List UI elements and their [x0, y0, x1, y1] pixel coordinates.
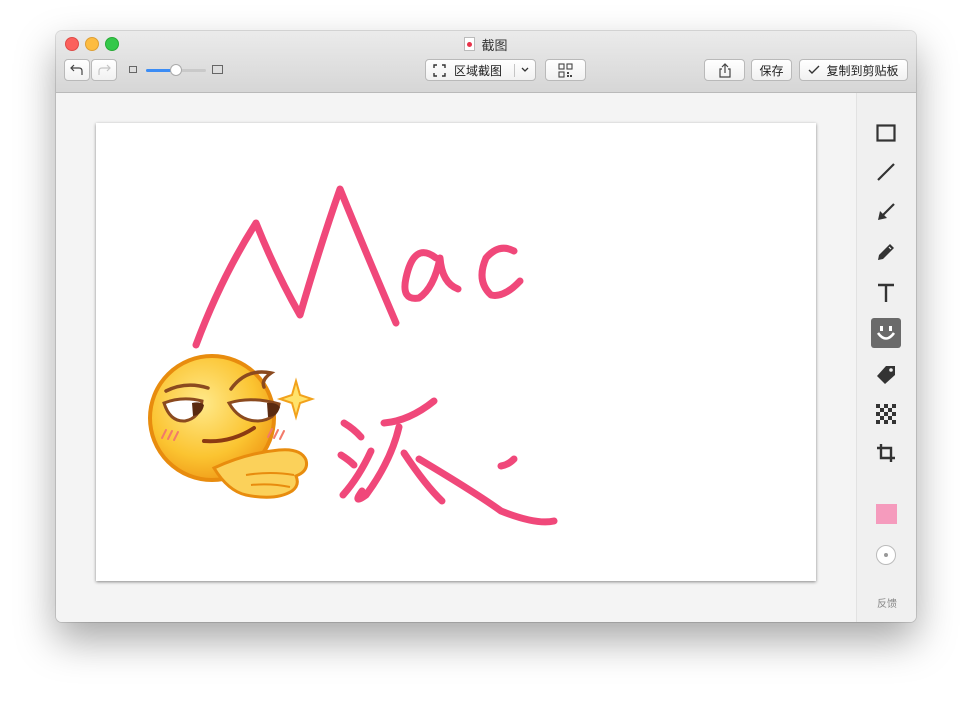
zoom-in-image-icon	[212, 65, 223, 74]
qr-code-button[interactable]	[545, 59, 586, 81]
crop-icon	[877, 444, 895, 462]
title-bar: 截图 区域截图 保存 复制到剪贴板	[56, 31, 916, 93]
copy-to-clipboard-button[interactable]: 复制到剪贴板	[799, 59, 908, 81]
zoom-knob[interactable]	[170, 64, 182, 76]
line-tool[interactable]	[871, 157, 901, 187]
arrow-icon	[878, 203, 895, 220]
handwriting-pai	[337, 397, 558, 526]
handwriting-mac	[192, 185, 524, 349]
brush-size-button[interactable]	[876, 545, 896, 565]
crop-tool[interactable]	[871, 438, 901, 468]
line-icon	[877, 163, 895, 181]
text-tool[interactable]	[871, 278, 901, 308]
canvas-area	[56, 93, 856, 622]
save-button[interactable]: 保存	[751, 59, 792, 81]
capture-mode-button[interactable]: 区域截图	[425, 59, 536, 81]
window-title-text: 截图	[481, 39, 508, 54]
zoom-slider[interactable]	[129, 64, 227, 76]
share-button[interactable]	[704, 59, 745, 81]
copy-label: 复制到剪贴板	[826, 63, 899, 78]
feedback-link[interactable]: 反馈	[857, 595, 916, 610]
checkmark-icon	[808, 65, 820, 74]
annotation-layer	[148, 185, 558, 526]
smiley-icon	[876, 326, 896, 340]
emoji-tool[interactable]	[871, 318, 901, 348]
annotation-toolbar: 反馈	[856, 93, 916, 622]
redo-icon	[98, 64, 111, 75]
screenshot-window: 截图 区域截图 保存 复制到剪贴板 反馈	[56, 31, 916, 622]
screenshot-canvas[interactable]	[96, 123, 816, 581]
pencil-icon	[878, 244, 894, 260]
rectangle-icon	[876, 124, 896, 142]
window-title: 截图	[56, 35, 916, 54]
undo-button[interactable]	[64, 59, 90, 81]
document-icon	[464, 37, 476, 51]
mosaic-tool[interactable]	[871, 399, 901, 429]
rectangle-tool[interactable]	[871, 118, 901, 148]
area-select-icon	[433, 63, 446, 77]
share-icon	[718, 62, 731, 78]
tag-tool[interactable]	[871, 360, 901, 390]
arrow-tool[interactable]	[871, 197, 901, 227]
capture-mode-label: 区域截图	[454, 63, 503, 78]
qr-code-icon	[558, 62, 573, 78]
mosaic-icon	[876, 404, 896, 424]
text-icon	[878, 283, 894, 302]
redo-button[interactable]	[91, 59, 117, 81]
zoom-out-image-icon	[129, 66, 137, 73]
smirk-emoji	[148, 354, 316, 499]
undo-icon	[70, 64, 83, 75]
chevron-down-icon[interactable]	[519, 63, 531, 77]
capture-mode-divider	[514, 64, 515, 77]
pen-tool[interactable]	[871, 237, 901, 267]
color-swatch[interactable]	[876, 504, 897, 524]
tag-icon	[877, 366, 895, 384]
